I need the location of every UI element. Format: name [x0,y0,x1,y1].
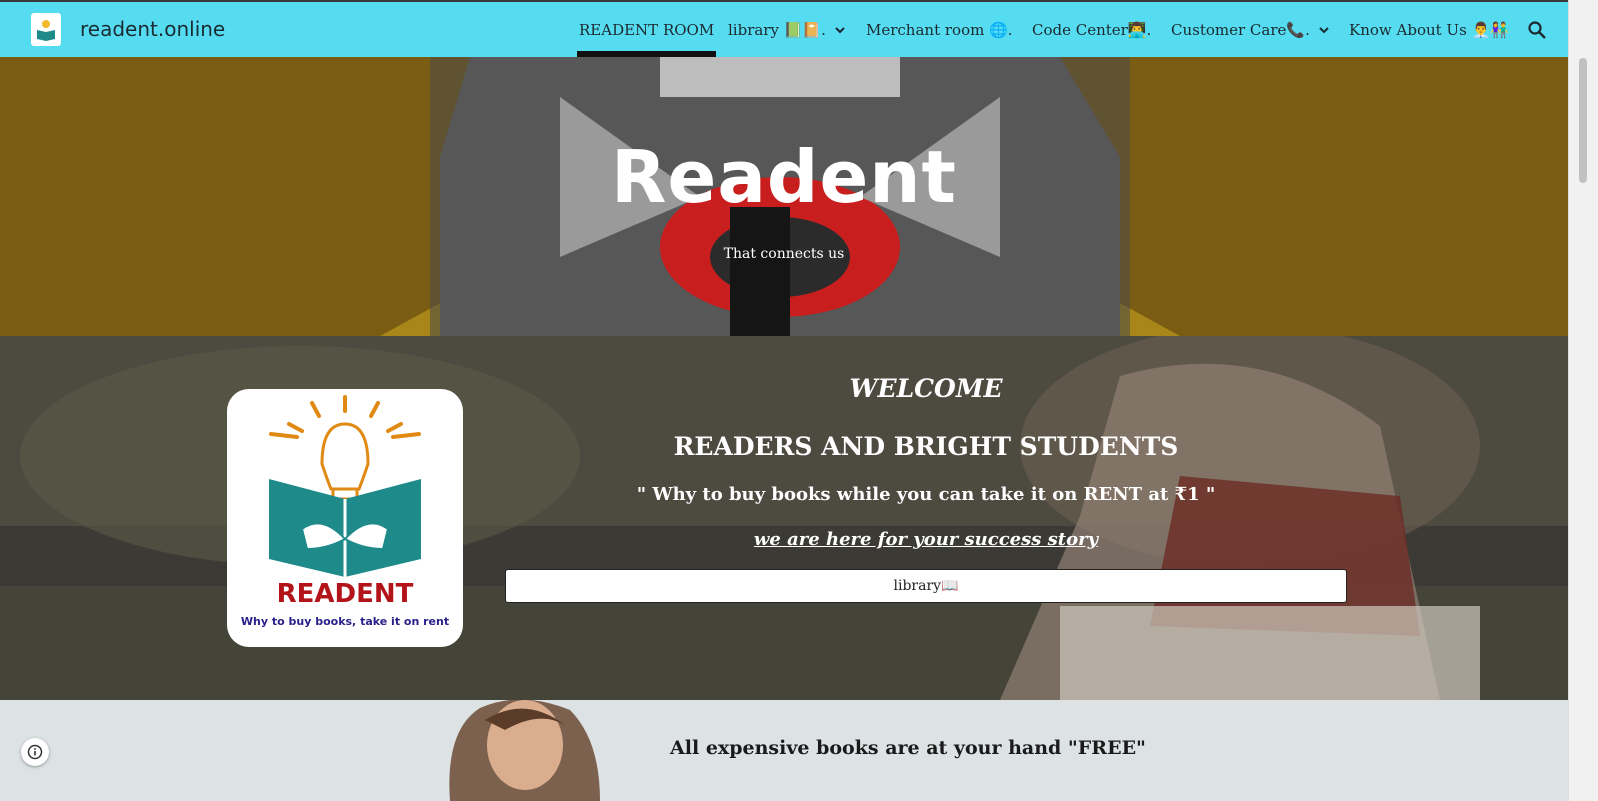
search-icon[interactable] [1527,20,1547,40]
nav-label: Know About Us 👨‍💼👫 [1349,20,1509,39]
nav-label: Customer Care📞. [1171,20,1310,39]
library-button[interactable]: library📖 [505,569,1347,603]
logo-tagline: Why to buy books, take it on rent [240,615,450,628]
readent-logo-card: READENT Why to buy books, take it on ren… [227,389,463,647]
readent-logo-icon [37,19,55,41]
nav-know-about-us[interactable]: Know About Us 👨‍💼👫 [1349,2,1509,57]
top-nav-bar: readent.online READENT ROOM library 📗📔. … [0,0,1568,57]
site-title[interactable]: readent.online [80,17,225,41]
library-button-label: library📖 [893,578,959,594]
chevron-down-icon[interactable] [834,24,846,36]
hero-subtitle: That connects us [723,246,845,262]
site-logo[interactable] [31,13,61,46]
welcome-subheading: READERS AND BRIGHT STUDENTS [673,432,1179,461]
chevron-down-icon[interactable] [1318,24,1330,36]
hero-banner: Readent That connects us [0,57,1568,336]
nav-merchant-room[interactable]: Merchant room 🌐. [866,2,1013,57]
scrollbar-thumb[interactable] [1579,58,1587,183]
nav-label: library 📗📔. [728,20,826,39]
nav-label: Merchant room 🌐. [866,20,1013,39]
page-scrollbar[interactable] [1568,0,1598,801]
nav-customer-care[interactable]: Customer Care📞. [1171,2,1330,57]
nav-label: READENT ROOM [579,20,715,39]
free-books-section: All expensive books are at your hand "FR… [0,700,1568,801]
lightbulb-book-icon [269,395,421,577]
info-button[interactable] [21,738,49,766]
success-story-link[interactable]: we are here for your success story [505,529,1347,550]
nav-label: Code Center👨‍💻. [1032,20,1152,39]
nav-code-center[interactable]: Code Center👨‍💻. [1032,2,1151,57]
welcome-section: READENT Why to buy books, take it on ren… [0,336,1568,700]
hero-title: Readent [611,135,957,219]
nav-readent-room[interactable]: READENT ROOM [576,2,717,57]
welcome-heading: WELCOME [849,374,1003,403]
nav-library[interactable]: library 📗📔. [728,2,846,57]
free-books-heading: All expensive books are at your hand "FR… [670,737,1146,759]
info-icon [27,744,43,760]
welcome-quote: " Why to buy books while you can take it… [636,484,1216,505]
logo-wordmark: READENT [276,579,414,609]
